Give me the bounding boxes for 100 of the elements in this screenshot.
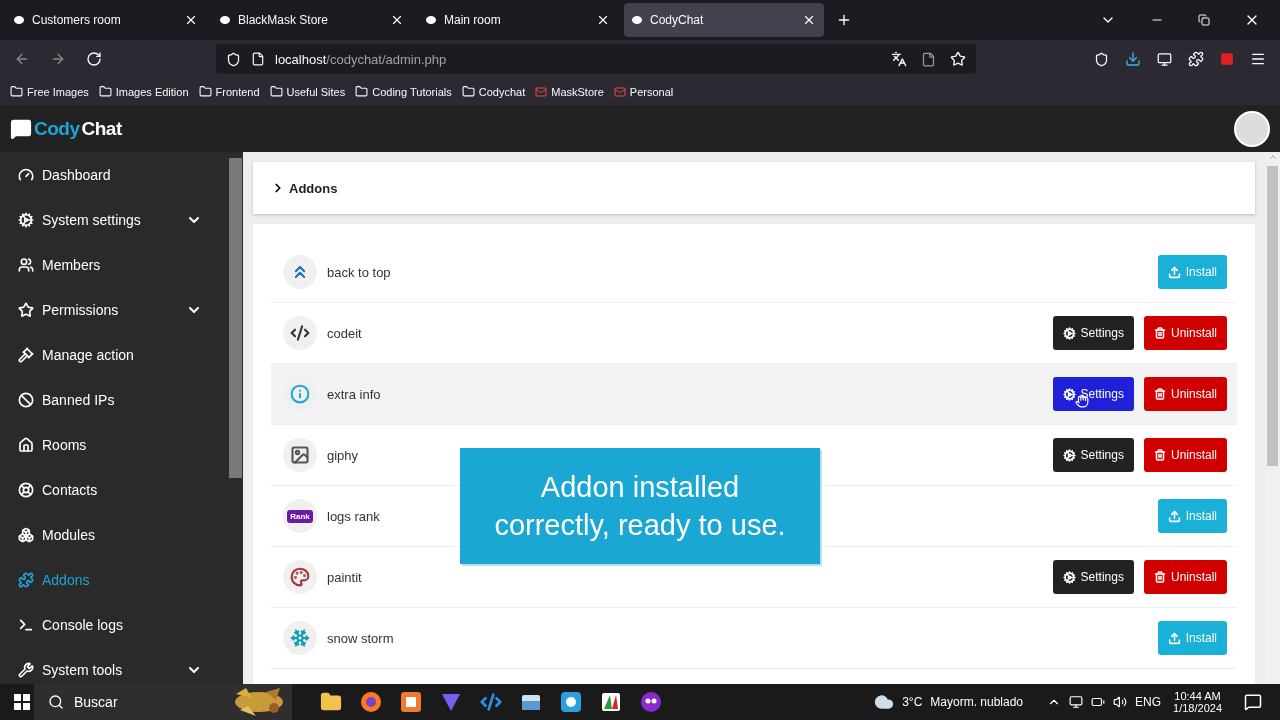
user-avatar[interactable] bbox=[1234, 110, 1270, 147]
sidebar-item[interactable]: Permissions bbox=[0, 287, 228, 332]
search-icon bbox=[48, 694, 64, 710]
battery-icon[interactable] bbox=[1091, 695, 1106, 709]
back-icon[interactable] bbox=[14, 51, 30, 67]
uninstall-button[interactable]: Uninstall bbox=[1143, 377, 1227, 411]
gears-icon bbox=[1062, 570, 1076, 584]
trash-icon bbox=[1153, 388, 1166, 400]
address-field[interactable]: localhost/codychat/admin.php bbox=[216, 44, 976, 74]
app-icon[interactable] bbox=[640, 691, 662, 713]
clock[interactable]: 10:44 AM 1/18/2024 bbox=[1173, 690, 1222, 714]
temperature: 3°C bbox=[902, 695, 923, 709]
tab-title: Customers room bbox=[32, 13, 122, 27]
bookmark[interactable]: Frontend bbox=[198, 85, 260, 98]
upload-icon bbox=[1167, 265, 1181, 279]
bookmark[interactable]: MaskStore bbox=[535, 85, 604, 98]
app-icon[interactable] bbox=[560, 691, 582, 713]
addon-name: snow storm bbox=[327, 630, 395, 646]
close-icon[interactable] bbox=[184, 13, 198, 27]
code-icon bbox=[290, 323, 310, 343]
sidebar-item[interactable]: Manage action bbox=[0, 332, 228, 377]
addon-name: paintit bbox=[327, 569, 363, 585]
page-icon bbox=[251, 52, 265, 66]
settings-button[interactable]: Settings bbox=[1052, 316, 1134, 350]
sidebar-item[interactable]: Contacts bbox=[0, 467, 228, 512]
menu-icon[interactable] bbox=[1250, 51, 1266, 67]
browser-tab[interactable]: CodyChat bbox=[624, 3, 824, 37]
palette-icon bbox=[290, 567, 310, 587]
gears-icon bbox=[1062, 326, 1076, 340]
bookmark[interactable]: Codychat bbox=[461, 85, 526, 98]
favicon-icon bbox=[14, 16, 24, 24]
language[interactable]: ENG bbox=[1135, 695, 1162, 709]
close-icon[interactable] bbox=[802, 13, 816, 27]
addon-name: back to top bbox=[327, 264, 392, 280]
sidebar-item[interactable]: Addons bbox=[0, 557, 228, 602]
download-icon[interactable] bbox=[1125, 51, 1141, 67]
sidebar-item[interactable]: Banned IPs bbox=[0, 377, 228, 422]
bookmark[interactable]: Personal bbox=[613, 85, 674, 98]
close-icon[interactable] bbox=[390, 13, 404, 27]
trash-icon bbox=[1153, 571, 1166, 583]
browser-tab[interactable]: BlackMask Store bbox=[212, 3, 412, 37]
folder-icon bbox=[355, 85, 369, 98]
sidebar-item[interactable]: Modules bbox=[0, 512, 228, 557]
terminal-icon bbox=[18, 616, 34, 633]
sidebar-item[interactable]: Dashboard bbox=[0, 152, 228, 197]
app-icon[interactable] bbox=[600, 691, 622, 713]
reader-icon[interactable] bbox=[921, 51, 936, 67]
boxes-icon bbox=[18, 526, 34, 543]
scrollbar[interactable] bbox=[228, 152, 243, 684]
sidebar-item[interactable]: Members bbox=[0, 242, 228, 287]
browser-tab[interactable]: Customers room bbox=[6, 3, 206, 37]
star-icon[interactable] bbox=[950, 51, 966, 67]
settings-button[interactable]: Settings bbox=[1052, 438, 1134, 472]
browser-tab[interactable]: Main room bbox=[418, 3, 618, 37]
forward-icon[interactable] bbox=[50, 51, 66, 67]
bookmark[interactable]: Images Edition bbox=[98, 85, 189, 98]
folder-icon bbox=[461, 85, 475, 98]
image-icon bbox=[290, 445, 310, 465]
settings-button[interactable]: Settings bbox=[1052, 560, 1134, 594]
triangle-icon[interactable] bbox=[440, 691, 462, 713]
bookmark[interactable]: Free Images bbox=[10, 85, 89, 98]
folder-icon bbox=[10, 85, 23, 98]
uninstall-button[interactable]: Uninstall bbox=[1143, 438, 1227, 472]
wrench-icon bbox=[18, 661, 34, 678]
volume-icon[interactable] bbox=[1113, 695, 1128, 709]
gears-icon bbox=[1062, 387, 1076, 401]
bookmark[interactable]: Coding Tutorials bbox=[355, 85, 452, 98]
url-text: localhost/codychat/admin.php bbox=[275, 51, 447, 67]
code-icon[interactable] bbox=[480, 691, 502, 713]
close-icon[interactable] bbox=[596, 13, 610, 27]
addon-name: logs rank bbox=[327, 508, 381, 524]
browser-icon[interactable] bbox=[360, 691, 382, 713]
reload-icon[interactable] bbox=[86, 51, 102, 67]
uninstall-button[interactable]: Uninstall bbox=[1143, 316, 1227, 350]
sidebar-item[interactable]: System tools bbox=[0, 647, 228, 684]
restore-icon[interactable] bbox=[1198, 14, 1210, 26]
cloud-icon bbox=[874, 692, 895, 712]
notifications-icon[interactable] bbox=[1244, 693, 1262, 711]
folder-icon[interactable] bbox=[320, 691, 342, 713]
uninstall-button[interactable]: Uninstall bbox=[1143, 560, 1227, 594]
snowflake-icon bbox=[290, 628, 310, 648]
upload-icon bbox=[1167, 509, 1181, 523]
favicon-icon bbox=[426, 16, 436, 24]
puzzle-icon bbox=[18, 571, 34, 588]
sidebar-item[interactable]: System settings bbox=[0, 197, 228, 242]
app-icon[interactable] bbox=[400, 691, 422, 713]
logo[interactable]: CodyChat bbox=[10, 117, 122, 140]
mail-icon bbox=[535, 85, 548, 98]
users-icon bbox=[18, 256, 34, 273]
favicon-icon bbox=[220, 16, 230, 24]
sidebar-item[interactable]: Console logs bbox=[0, 602, 228, 647]
folder-icon bbox=[269, 85, 283, 98]
lifebuoy-icon bbox=[18, 481, 34, 498]
sidebar-item[interactable]: Rooms bbox=[0, 422, 228, 467]
translate-icon[interactable] bbox=[891, 51, 907, 67]
bookmark[interactable]: Useful Sites bbox=[269, 85, 346, 98]
puzzle-icon[interactable] bbox=[1188, 51, 1204, 67]
windows-icon[interactable] bbox=[14, 694, 30, 710]
new-tab-icon[interactable] bbox=[836, 12, 852, 28]
settings-button[interactable]: Settings bbox=[1052, 377, 1134, 411]
